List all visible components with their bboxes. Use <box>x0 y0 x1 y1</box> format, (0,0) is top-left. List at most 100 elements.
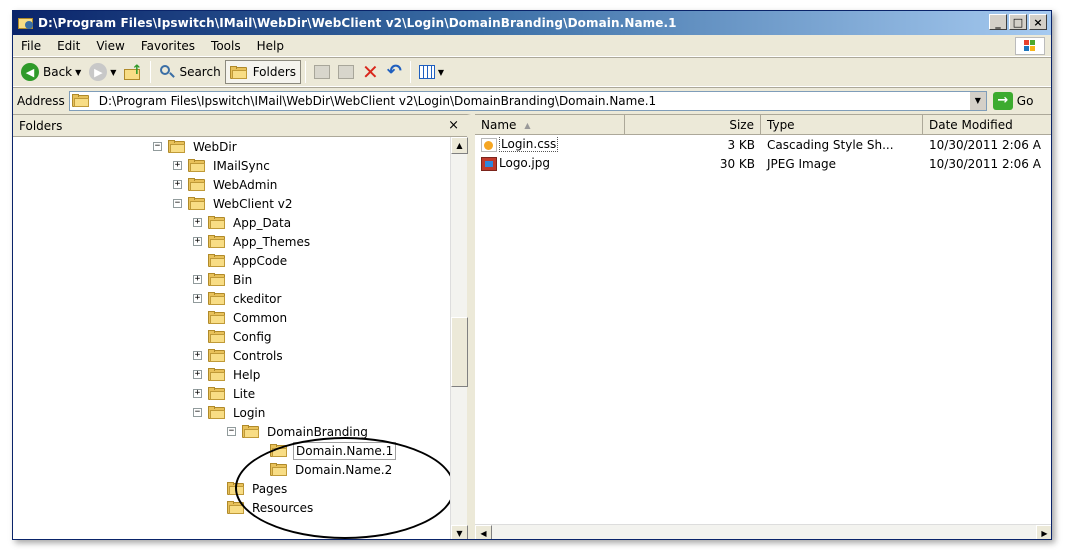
copy-to-button[interactable] <box>334 60 358 84</box>
expand-icon[interactable]: + <box>193 370 202 379</box>
column-name-label: Name <box>481 118 517 132</box>
scrollbar-thumb[interactable] <box>451 317 468 387</box>
tree-item-controls[interactable]: + Controls <box>193 346 285 365</box>
folders-label: Folders <box>252 65 297 79</box>
column-size[interactable]: Size <box>625 115 761 135</box>
tree-item-appcode[interactable]: AppCode <box>193 251 289 270</box>
search-button[interactable]: Search <box>155 60 224 84</box>
column-name[interactable]: Name ▲ <box>475 115 625 135</box>
views-button[interactable]: ▼ <box>415 60 448 84</box>
folders-button[interactable]: Folders <box>224 60 302 84</box>
collapse-icon[interactable]: − <box>227 427 236 436</box>
menu-edit[interactable]: Edit <box>49 39 88 53</box>
chevron-down-icon[interactable]: ▼ <box>75 68 81 77</box>
views-icon <box>418 65 435 79</box>
menu-view[interactable]: View <box>88 39 132 53</box>
close-icon[interactable]: × <box>448 118 459 133</box>
open-folder-icon <box>270 444 288 457</box>
tree-item-app-data[interactable]: + App_Data <box>193 213 293 232</box>
tree-item-domain-name-1[interactable]: Domain.Name.1 <box>270 441 397 460</box>
column-date-modified[interactable]: Date Modified <box>923 115 1051 135</box>
tree-item-domainbranding[interactable]: − DomainBranding <box>227 422 370 441</box>
file-type: Cascading Style Sh... <box>767 137 894 152</box>
expand-icon[interactable]: + <box>173 180 182 189</box>
go-label: Go <box>1016 93 1034 108</box>
menu-help[interactable]: Help <box>249 39 292 53</box>
folder-icon <box>208 368 226 381</box>
expand-icon[interactable]: + <box>193 389 202 398</box>
collapse-icon[interactable]: − <box>193 408 202 417</box>
delete-button[interactable]: ✕ <box>358 60 383 84</box>
scroll-right-icon[interactable]: ▶ <box>1036 525 1051 539</box>
window-title: D:\Program Files\Ipswitch\IMail\WebDir\W… <box>38 16 677 30</box>
folders-title: Folders <box>19 118 63 133</box>
tree-item-resources[interactable]: Resources <box>227 498 315 517</box>
scroll-down-icon[interactable]: ▼ <box>451 525 468 539</box>
expand-icon[interactable]: + <box>193 351 202 360</box>
tree-item-help[interactable]: + Help <box>193 365 262 384</box>
tree-item-config[interactable]: Config <box>193 327 274 346</box>
maximize-button[interactable]: □ <box>1009 14 1027 30</box>
scroll-up-icon[interactable]: ▲ <box>451 137 468 154</box>
menu-favorites[interactable]: Favorites <box>133 39 203 53</box>
column-type[interactable]: Type <box>761 115 923 135</box>
file-date: 10/30/2011 2:06 A <box>929 137 1041 152</box>
address-input[interactable]: D:\Program Files\Ipswitch\IMail\WebDir\W… <box>68 90 987 111</box>
collapse-icon[interactable]: − <box>173 199 182 208</box>
expand-icon[interactable]: + <box>193 275 202 284</box>
tree-item-label: Login <box>233 405 266 420</box>
tree-item-webdir[interactable]: − WebDir <box>153 137 239 156</box>
tree-item-bin[interactable]: + Bin <box>193 270 254 289</box>
file-row[interactable]: Login.css 3 KB Cascading Style Sh... 10/… <box>475 135 1051 154</box>
collapse-icon[interactable]: − <box>153 142 162 151</box>
tree-item-label: WebAdmin <box>213 177 278 192</box>
tree-item-ckeditor[interactable]: + ckeditor <box>193 289 283 308</box>
go-button[interactable]: → Go <box>992 91 1034 110</box>
tree-item-pages[interactable]: Pages <box>227 479 289 498</box>
back-button[interactable]: ◀ Back ▼ <box>17 60 85 84</box>
undo-button[interactable]: ↶ <box>383 60 406 84</box>
menu-file[interactable]: File <box>13 39 49 53</box>
tree-item-label: App_Themes <box>233 234 311 249</box>
tree-item-app-themes[interactable]: + App_Themes <box>193 232 312 251</box>
folder-icon <box>208 273 226 286</box>
toolbar-separator <box>409 61 411 83</box>
up-folder-button[interactable]: ↑ <box>120 60 146 84</box>
title-bar[interactable]: D:\Program Files\Ipswitch\IMail\WebDir\W… <box>13 11 1051 35</box>
menu-tools[interactable]: Tools <box>203 39 249 53</box>
expand-icon[interactable]: + <box>193 218 202 227</box>
chevron-down-icon[interactable]: ▼ <box>438 68 444 77</box>
folders-scrollbar[interactable]: ▲ ▼ <box>450 137 468 539</box>
tree-item-domain-name-2[interactable]: Domain.Name.2 <box>270 460 394 479</box>
tree-item-label: AppCode <box>233 253 288 268</box>
scroll-left-icon[interactable]: ◀ <box>475 525 492 539</box>
tree-item-label: App_Data <box>233 215 292 230</box>
tree-item-label: Lite <box>233 386 256 401</box>
tree-item-login[interactable]: − Login <box>193 403 267 422</box>
horizontal-scrollbar[interactable]: ◀ ▶ <box>475 524 1051 539</box>
chevron-down-icon[interactable]: ▼ <box>110 68 116 77</box>
expand-icon[interactable]: + <box>193 294 202 303</box>
expand-icon[interactable]: + <box>193 237 202 246</box>
file-row[interactable]: Logo.jpg 30 KB JPEG Image 10/30/2011 2:0… <box>475 154 1051 173</box>
folder-icon <box>227 501 245 514</box>
file-name: Login.css <box>499 137 559 152</box>
tree-item-webadmin[interactable]: + WebAdmin <box>173 175 279 194</box>
minimize-button[interactable]: _ <box>989 14 1007 30</box>
file-date: 10/30/2011 2:06 A <box>929 156 1041 171</box>
folder-icon <box>208 406 226 419</box>
tree-item-label: ckeditor <box>233 291 282 306</box>
folder-icon <box>208 330 226 343</box>
move-to-button[interactable] <box>310 60 334 84</box>
tree-item-webclient-v2[interactable]: − WebClient v2 <box>173 194 294 213</box>
tree-item-label: Help <box>233 367 261 382</box>
tree-item-imailsync[interactable]: + IMailSync <box>173 156 272 175</box>
tree-item-common[interactable]: Common <box>193 308 289 327</box>
close-button[interactable]: × <box>1029 14 1047 30</box>
tree-item-label: Domain.Name.2 <box>295 462 393 477</box>
chevron-down-icon[interactable]: ▼ <box>968 91 986 110</box>
expand-icon[interactable]: + <box>173 161 182 170</box>
forward-button[interactable]: ▶ ▼ <box>85 60 120 84</box>
undo-icon: ↶ <box>386 61 402 82</box>
tree-item-lite[interactable]: + Lite <box>193 384 257 403</box>
